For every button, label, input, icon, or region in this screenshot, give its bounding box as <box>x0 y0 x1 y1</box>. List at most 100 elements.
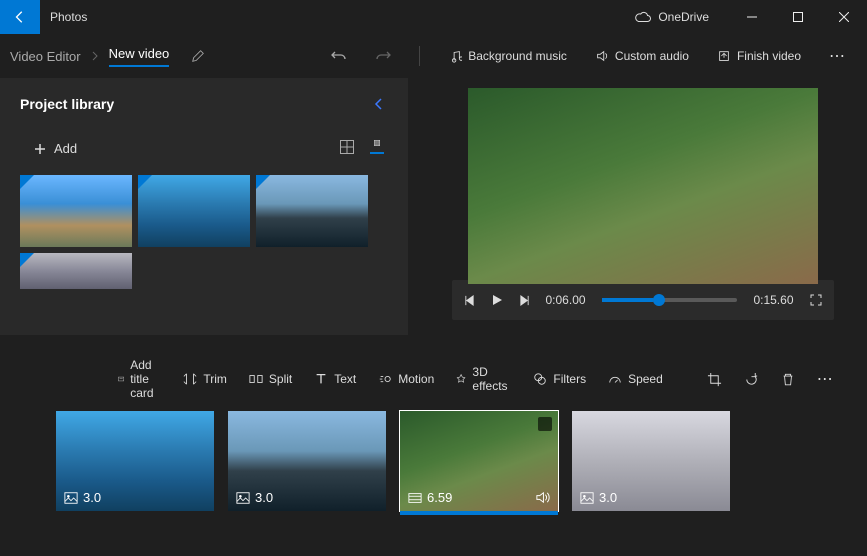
breadcrumb-current[interactable]: New video <box>109 46 170 67</box>
redo-icon <box>375 48 391 64</box>
total-time: 0:15.60 <box>753 293 793 307</box>
library-thumb[interactable] <box>20 175 132 247</box>
video-icon <box>408 491 422 505</box>
play-button[interactable] <box>491 294 503 306</box>
audio-icon <box>595 49 609 63</box>
edit-title-button[interactable] <box>191 49 205 63</box>
text-button[interactable]: Text <box>314 372 356 386</box>
finish-video-button[interactable]: Finish video <box>717 49 801 63</box>
onedrive-link[interactable]: OneDrive <box>634 0 729 34</box>
effects-icon <box>456 372 466 386</box>
library-thumb[interactable] <box>256 175 368 247</box>
rotate-button[interactable] <box>744 372 759 387</box>
close-button[interactable] <box>821 0 867 34</box>
fullscreen-icon <box>810 294 822 306</box>
speed-button[interactable]: Speed <box>608 372 663 386</box>
undo-icon <box>331 48 347 64</box>
library-thumb[interactable] <box>138 175 250 247</box>
custom-audio-label: Custom audio <box>615 49 689 63</box>
more-button[interactable]: ⋯ <box>829 46 847 66</box>
rotate-icon <box>744 372 759 387</box>
top-actions: Background music Custom audio Finish vid… <box>331 46 857 66</box>
background-music-button[interactable]: Background music <box>448 49 567 63</box>
chevron-left-icon <box>374 98 384 110</box>
custom-audio-button[interactable]: Custom audio <box>595 49 689 63</box>
seek-progress <box>602 298 654 302</box>
trim-icon <box>183 372 197 386</box>
fullscreen-button[interactable] <box>810 294 822 306</box>
seek-knob[interactable] <box>653 294 665 306</box>
storyboard-clip[interactable]: 6.59 <box>400 411 558 511</box>
trash-icon <box>781 372 795 387</box>
grid-3x3-icon <box>370 140 384 154</box>
filters-icon <box>533 372 547 386</box>
maximize-button[interactable] <box>775 0 821 34</box>
crop-icon <box>707 372 722 387</box>
storyboard-toolbar: Add title card Trim Split Text Motion 3D… <box>0 357 867 401</box>
text-icon <box>314 372 328 386</box>
motion-icon <box>378 372 392 386</box>
seek-track[interactable] <box>602 298 738 302</box>
breadcrumb-root[interactable]: Video Editor <box>10 49 81 64</box>
finish-video-label: Finish video <box>737 49 801 63</box>
collapse-library-button[interactable] <box>374 98 388 110</box>
breadcrumb: Video Editor New video <box>10 46 205 67</box>
image-icon <box>580 491 594 505</box>
delete-button[interactable] <box>781 372 795 387</box>
crop-button[interactable] <box>707 372 722 387</box>
next-frame-button[interactable] <box>519 295 530 306</box>
split-button[interactable]: Split <box>249 372 292 386</box>
grid-large-toggle[interactable] <box>340 140 354 157</box>
plus-icon <box>34 143 46 155</box>
speaker-icon <box>535 490 550 505</box>
current-time: 0:06.00 <box>546 293 586 307</box>
skip-back-icon <box>464 295 475 306</box>
cloud-icon <box>634 11 652 23</box>
library-thumb[interactable] <box>20 253 132 289</box>
grid-small-toggle[interactable] <box>370 140 384 157</box>
onedrive-label: OneDrive <box>658 10 709 24</box>
storyboard-clip[interactable]: 3.0 <box>56 411 214 511</box>
add-media-button[interactable]: Add <box>20 141 77 156</box>
trim-button[interactable]: Trim <box>183 372 227 386</box>
storyboard-clip[interactable]: 3.0 <box>572 411 730 511</box>
add-title-card-button[interactable]: Add title card <box>118 358 161 400</box>
separator <box>419 46 420 66</box>
skip-forward-icon <box>519 295 530 306</box>
3d-effects-button[interactable]: 3D effects <box>456 365 511 393</box>
app-title: Photos <box>40 0 97 34</box>
preview-video[interactable] <box>468 88 818 284</box>
play-icon <box>491 294 503 306</box>
background-music-label: Background music <box>468 49 567 63</box>
motion-button[interactable]: Motion <box>378 372 434 386</box>
undo-button[interactable] <box>331 48 347 64</box>
storyboard-more-button[interactable]: ⋯ <box>817 369 835 389</box>
titlebar: Photos OneDrive <box>0 0 867 34</box>
preview-pane: 0:06.00 0:15.60 <box>408 78 867 335</box>
export-icon <box>717 49 731 63</box>
project-library-panel: Project library Add <box>0 78 408 335</box>
image-icon <box>64 491 78 505</box>
split-icon <box>249 372 263 386</box>
prev-frame-button[interactable] <box>464 295 475 306</box>
minimize-button[interactable] <box>729 0 775 34</box>
filters-button[interactable]: Filters <box>533 372 586 386</box>
music-icon <box>448 49 462 63</box>
storyboard-strip: 3.0 3.0 6.59 3.0 <box>0 401 867 521</box>
back-button[interactable] <box>0 0 40 34</box>
pencil-icon <box>191 49 205 63</box>
grid-2x2-icon <box>340 140 354 154</box>
add-label: Add <box>54 141 77 156</box>
storyboard-clip[interactable]: 3.0 <box>228 411 386 511</box>
topbar: Video Editor New video Background music … <box>0 34 867 78</box>
image-icon <box>236 491 250 505</box>
chevron-right-icon <box>91 51 99 61</box>
title-card-icon <box>118 372 124 386</box>
window-controls <box>729 0 867 34</box>
library-title: Project library <box>20 96 114 112</box>
speed-icon <box>608 372 622 386</box>
player-controls: 0:06.00 0:15.60 <box>452 280 834 320</box>
redo-button[interactable] <box>375 48 391 64</box>
arrow-left-icon <box>13 10 27 24</box>
clip-menu-icon[interactable] <box>538 417 552 431</box>
